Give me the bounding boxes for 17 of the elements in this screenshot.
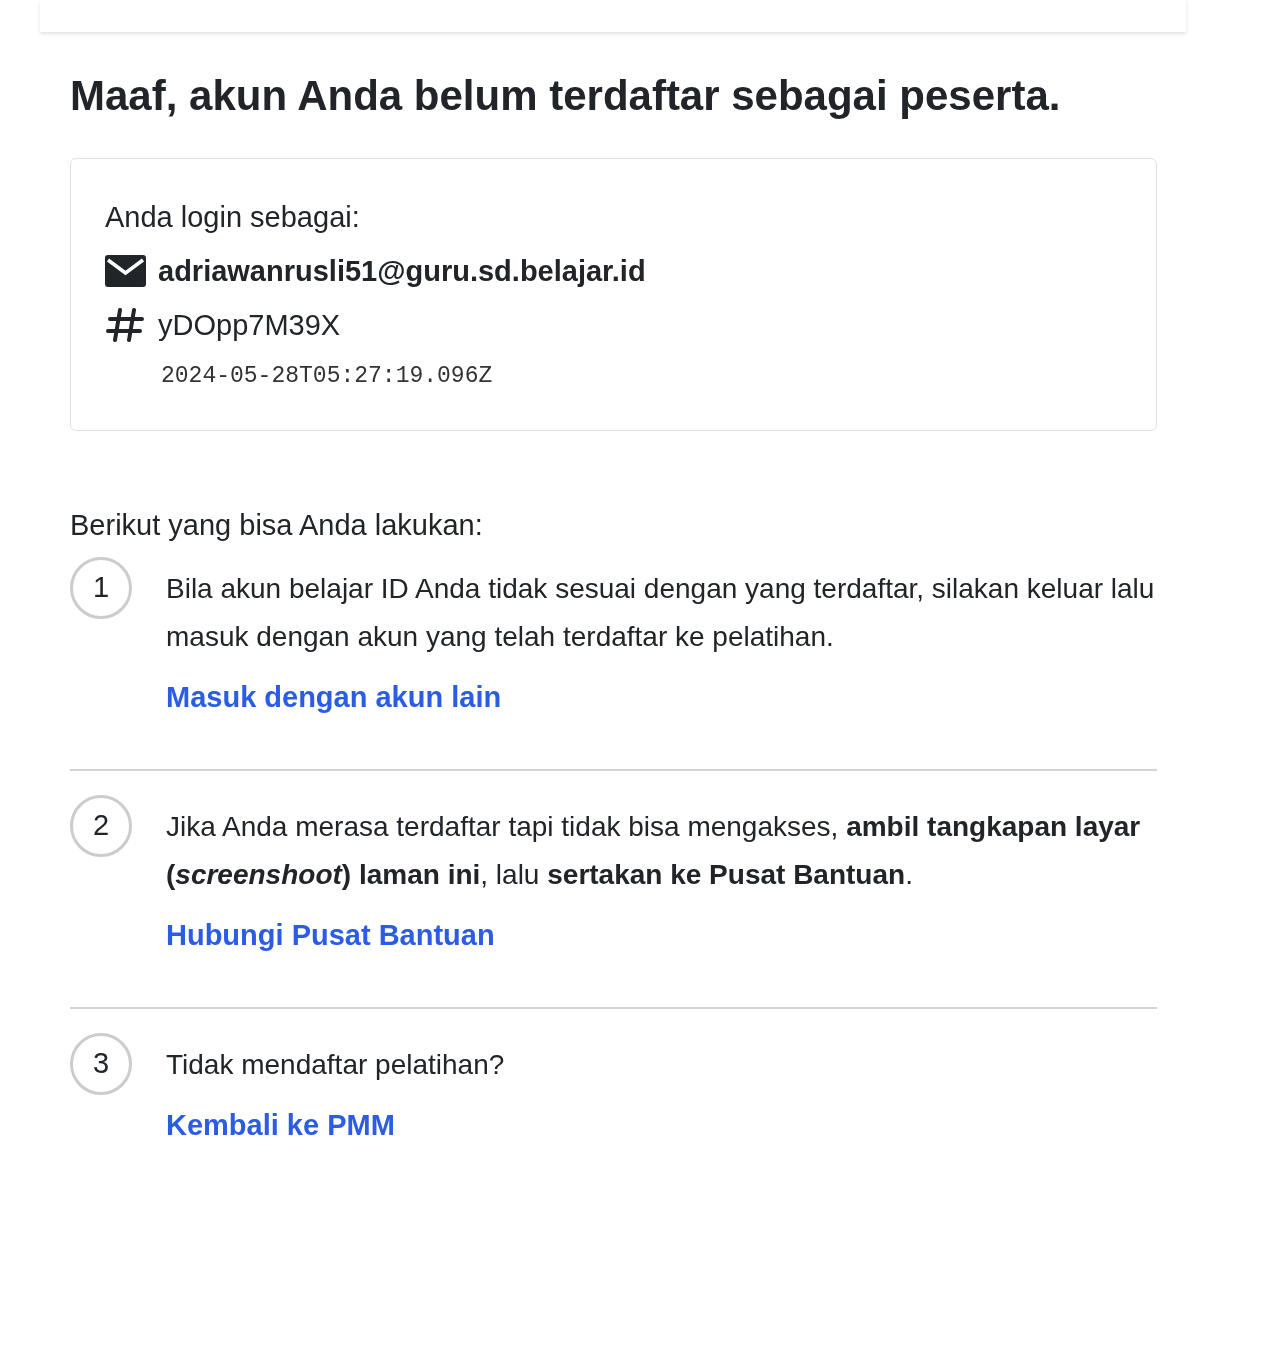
account-email: adriawanrusli51@guru.sd.belajar.id <box>158 254 646 289</box>
envelope-icon <box>105 255 146 287</box>
step-text: Tidak mendaftar pelatihan? <box>166 1047 506 1082</box>
hash-icon <box>105 308 146 342</box>
step-number: 2 <box>70 794 132 857</box>
step-text: Jika Anda merasa terdaftar tapi tidak bisa mengakses, ambil tangkapan layar (screenshoot) laman ini, lalu sertakan ke Pusat Bantuan. <box>166 809 1142 892</box>
intro-text: Berikut yang bisa Anda lakukan: <box>70 507 484 543</box>
step-link[interactable]: Kembali ke PMM <box>166 1104 395 1145</box>
step-link[interactable]: Masuk dengan akun lain <box>166 676 502 717</box>
login-label: Anda login sebagai: <box>105 200 361 235</box>
page-title: Maaf, akun Anda belum terdaftar sebagai peserta. <box>70 71 1062 121</box>
account-id: yDOpp7M39X <box>158 308 341 343</box>
step-number: 1 <box>70 556 132 619</box>
step-number: 3 <box>70 1032 132 1095</box>
step-link[interactable]: Hubungi Pusat Bantuan <box>166 914 495 955</box>
step-text: Bila akun belajar ID Anda tidak sesuai dengan yang terdaftar, silakan keluar lalu masuk dengan akun yang telah terdaftar ke pelatihan. <box>166 571 1156 654</box>
timestamp: 2024-05-28T05:27:19.096Z <box>161 362 494 391</box>
